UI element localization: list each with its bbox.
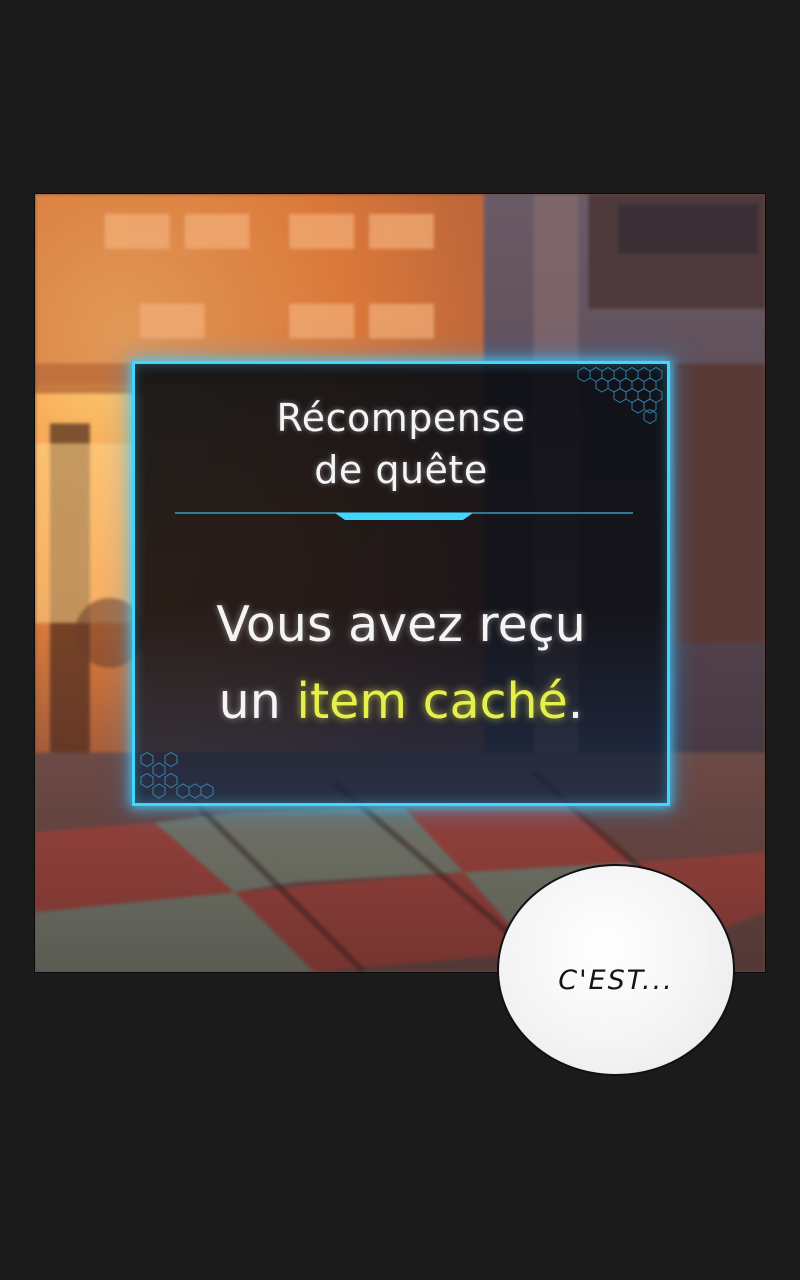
quest-message: Vous avez reçu un item caché. [135, 586, 667, 740]
message-suffix: . [567, 673, 584, 730]
quest-title-line1: Récompense [276, 396, 526, 440]
comic-page: Récompense de quête Vous avez reçu un it… [0, 0, 800, 1280]
hex-pattern-bottom-left [140, 751, 214, 799]
comic-panel: Récompense de quête Vous avez reçu un it… [34, 193, 766, 973]
hidden-item-highlight: item caché [296, 673, 568, 730]
quest-title: Récompense de quête [135, 392, 667, 496]
quest-message-line1: Vous avez reçu [216, 596, 586, 653]
title-divider [175, 512, 633, 520]
quest-title-line2: de quête [314, 448, 488, 492]
message-prefix: un [218, 673, 297, 730]
speech-bubble-text: C'EST... [558, 964, 674, 996]
quest-message-line2: un item caché. [135, 663, 667, 740]
speech-bubble: C'EST... [497, 864, 735, 1076]
quest-reward-window: Récompense de quête Vous avez reçu un it… [132, 361, 670, 806]
